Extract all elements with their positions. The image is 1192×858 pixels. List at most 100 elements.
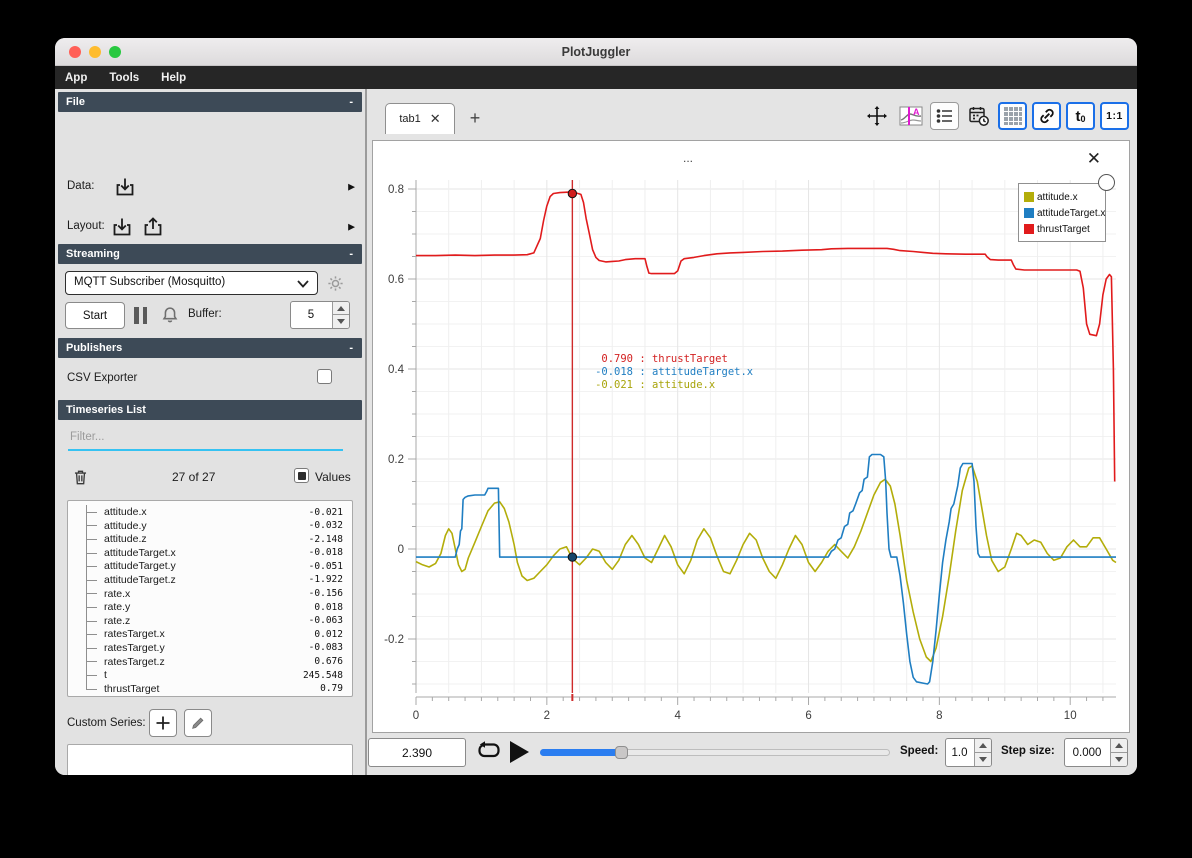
timeseries-row[interactable]: rate.y 0.018 bbox=[68, 600, 352, 614]
timeline-slider[interactable] bbox=[540, 746, 890, 759]
ratio-1-1-icon[interactable]: 1:1 bbox=[1100, 102, 1129, 130]
streaming-settings-gear-icon[interactable] bbox=[326, 274, 345, 293]
add-tab-button[interactable]: + bbox=[463, 106, 487, 130]
timeseries-value: 0.676 bbox=[314, 656, 343, 668]
menu-help[interactable]: Help bbox=[161, 72, 186, 84]
playback-bar: 2.390 Speed: 1.0 Step size: 0.000 bbox=[367, 738, 1137, 768]
svg-text:8: 8 bbox=[936, 710, 942, 722]
time-offset-icon[interactable]: t0 bbox=[1066, 102, 1095, 130]
play-icon[interactable] bbox=[510, 741, 529, 763]
timeseries-value: -2.148 bbox=[308, 533, 343, 545]
spin-down-icon[interactable] bbox=[975, 752, 991, 766]
timeseries-name: ratesTarget.z bbox=[104, 655, 165, 668]
legend-entry[interactable]: attitude.x bbox=[1024, 189, 1099, 205]
timeseries-name: rate.y bbox=[104, 601, 131, 614]
menu-app[interactable]: App bbox=[65, 72, 87, 84]
legend-entry[interactable]: attitudeTarget.x bbox=[1024, 205, 1105, 221]
svg-text:0: 0 bbox=[398, 544, 404, 556]
tab-tab1[interactable]: tab1 ✕ bbox=[385, 103, 455, 134]
timeseries-name: attitude.x bbox=[104, 506, 147, 518]
legend-handle[interactable] bbox=[1098, 174, 1115, 191]
timeseries-value: 0.018 bbox=[314, 601, 343, 613]
timeseries-name: attitudeTarget.z bbox=[104, 573, 176, 586]
spin-down-icon[interactable] bbox=[1111, 752, 1127, 766]
data-label: Data: bbox=[67, 180, 95, 192]
spin-down-icon[interactable] bbox=[333, 315, 349, 328]
svg-text:4: 4 bbox=[674, 710, 681, 722]
timeseries-value: -0.051 bbox=[308, 560, 343, 572]
custom-series-list[interactable] bbox=[67, 744, 353, 775]
current-time-field[interactable]: 2.390 bbox=[368, 738, 466, 767]
spin-up-icon[interactable] bbox=[975, 739, 991, 753]
chevron-down-icon bbox=[297, 280, 309, 288]
timeseries-row[interactable]: ratesTarget.y -0.083 bbox=[68, 640, 352, 655]
slider-handle[interactable] bbox=[614, 746, 628, 759]
pan-move-icon[interactable] bbox=[862, 102, 891, 130]
menu-bar: App Tools Help bbox=[55, 66, 1137, 89]
legend-color-chip bbox=[1024, 208, 1034, 218]
curve-tracker-icon[interactable]: A bbox=[896, 102, 925, 130]
timeseries-row[interactable]: ratesTarget.z 0.676 bbox=[68, 654, 352, 669]
grid-layout-icon[interactable] bbox=[998, 102, 1027, 130]
menu-tools[interactable]: Tools bbox=[109, 72, 139, 84]
spin-up-icon[interactable] bbox=[333, 302, 349, 315]
timeseries-name: rate.z bbox=[104, 614, 131, 627]
buffer-spinner[interactable]: 5 bbox=[290, 301, 350, 329]
values-checkbox[interactable] bbox=[294, 468, 309, 483]
link-axes-icon[interactable] bbox=[1032, 102, 1061, 130]
file-section-header[interactable]: File - bbox=[58, 92, 362, 112]
tab-close-icon[interactable]: ✕ bbox=[430, 111, 441, 127]
start-button[interactable]: Start bbox=[65, 302, 125, 329]
sidebar: File - Data: ▶ Layout: ▶ Streaming - MQT… bbox=[55, 89, 365, 775]
timeseries-row[interactable]: attitude.y -0.032 bbox=[68, 518, 352, 533]
timeseries-row[interactable]: attitudeTarget.y -0.051 bbox=[68, 559, 352, 573]
streaming-source-select[interactable]: MQTT Subscriber (Mosquitto) bbox=[65, 271, 318, 295]
filter-input[interactable] bbox=[68, 429, 343, 451]
collapse-icon[interactable]: - bbox=[349, 92, 353, 112]
timeseries-row[interactable]: rate.x -0.156 bbox=[68, 586, 352, 601]
notifications-bell-icon[interactable] bbox=[159, 304, 181, 326]
step-size-spinner[interactable]: 0.000 bbox=[1064, 738, 1128, 767]
timeseries-row[interactable]: t 245.548 bbox=[68, 668, 352, 682]
add-custom-series-button[interactable] bbox=[149, 709, 177, 737]
timeseries-row[interactable]: ratesTarget.x 0.012 bbox=[68, 627, 352, 641]
datetime-icon[interactable] bbox=[964, 102, 993, 130]
timeseries-row[interactable]: rate.z -0.063 bbox=[68, 613, 352, 628]
collapse-icon[interactable]: - bbox=[349, 338, 353, 358]
timeseries-value: -1.922 bbox=[308, 574, 343, 586]
timeseries-row[interactable]: attitudeTarget.x -0.018 bbox=[68, 545, 352, 560]
plot-legend[interactable]: attitude.x attitudeTarget.x thrustTarget bbox=[1018, 174, 1115, 242]
list-view-icon[interactable] bbox=[930, 102, 959, 130]
tracker-readout: 0.790 : thrustTarget -0.018 : attitudeTa… bbox=[589, 353, 753, 392]
loop-icon[interactable] bbox=[475, 739, 503, 765]
plot-widget[interactable]: -0.2 0 0.2 0.4 0.6 0.8 0 2 4 6 8 10 ... ✕ attitude.… bbox=[372, 140, 1130, 733]
edit-custom-series-button[interactable] bbox=[184, 709, 212, 737]
plus-icon bbox=[156, 716, 170, 730]
svg-text:0: 0 bbox=[413, 710, 419, 722]
collapse-icon[interactable]: - bbox=[349, 244, 353, 264]
streaming-section-header[interactable]: Streaming - bbox=[58, 244, 362, 264]
pause-icon[interactable] bbox=[134, 307, 147, 324]
svg-text:0.6: 0.6 bbox=[388, 274, 404, 286]
svg-text:0.4: 0.4 bbox=[388, 364, 405, 376]
legend-entry[interactable]: thrustTarget bbox=[1024, 221, 1099, 237]
publishers-section-header[interactable]: Publishers - bbox=[58, 338, 362, 358]
spin-up-icon[interactable] bbox=[1111, 739, 1127, 753]
plot-close-icon[interactable]: ✕ bbox=[1087, 149, 1101, 169]
timeseries-row[interactable]: thrustTarget 0.79 bbox=[68, 681, 352, 696]
save-layout-icon[interactable] bbox=[141, 215, 165, 239]
data-menu-arrow-icon[interactable]: ▶ bbox=[348, 182, 355, 193]
timeseries-section-header[interactable]: Timeseries List bbox=[58, 400, 362, 420]
layout-menu-arrow-icon[interactable]: ▶ bbox=[348, 222, 355, 233]
load-layout-icon[interactable] bbox=[110, 215, 134, 239]
speed-spinner[interactable]: 1.0 bbox=[945, 738, 992, 767]
timeseries-row[interactable]: attitude.z -2.148 bbox=[68, 532, 352, 546]
timeseries-row[interactable]: attitude.x -0.021 bbox=[68, 505, 352, 519]
trash-icon[interactable] bbox=[71, 467, 90, 487]
timeseries-row[interactable]: attitudeTarget.z -1.922 bbox=[68, 572, 352, 587]
load-data-icon[interactable] bbox=[113, 175, 137, 199]
plot-title[interactable]: ... bbox=[683, 151, 693, 165]
svg-text:0.8: 0.8 bbox=[388, 184, 404, 196]
window-title: PlotJuggler bbox=[561, 45, 631, 59]
csv-exporter-checkbox[interactable] bbox=[317, 369, 332, 384]
